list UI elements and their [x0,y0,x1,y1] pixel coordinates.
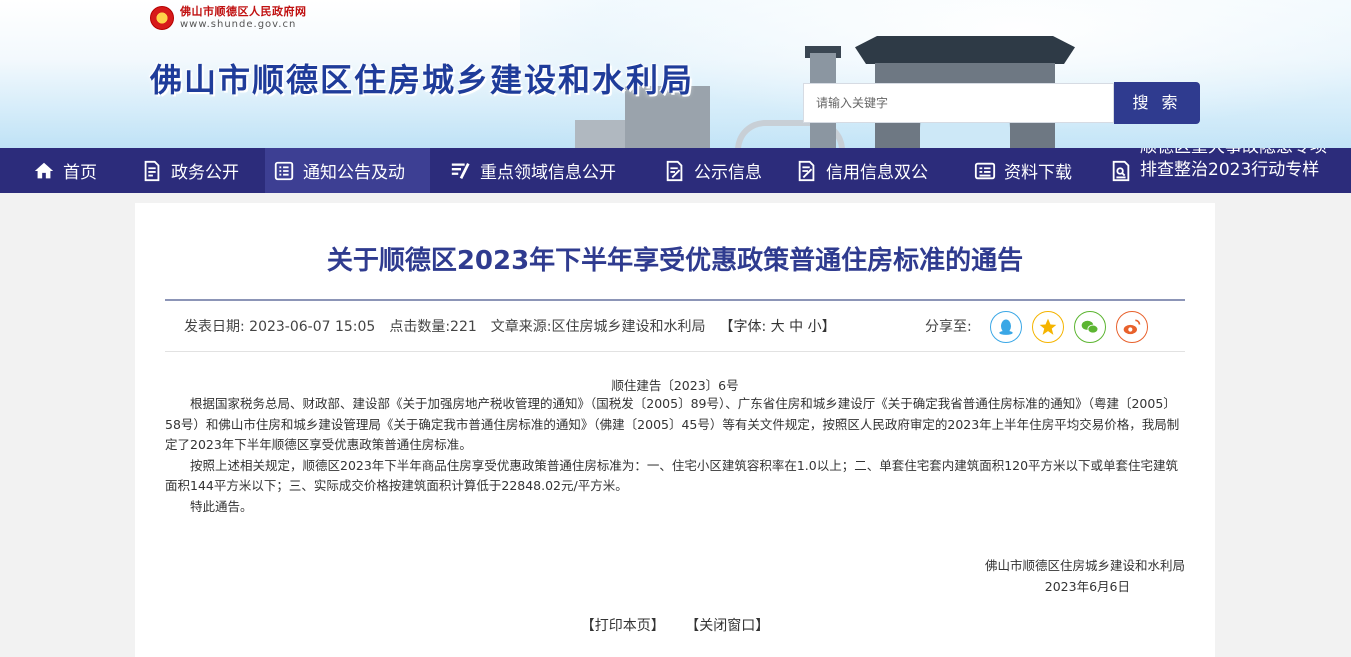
nav-item-public-notices[interactable]: 公示信息 [664,148,762,193]
nav-item-label: 顺德区重大事故隐患专项排查整治2023行动专样 [1140,148,1327,180]
nav-item-credit-info[interactable]: 信用信息双公 [796,148,928,193]
share-qzone-button[interactable] [1032,311,1064,343]
edit-doc-icon [666,160,683,181]
weibo-icon [1123,319,1141,335]
publish-date: 发表日期: 2023-06-07 15:05 [184,319,376,335]
list-icon [274,161,294,180]
download-icon [974,162,996,179]
lines-pen-icon [451,162,470,179]
nav-item-label: 通知公告及动 [303,163,405,183]
article-paragraph: 特此通告。 [190,498,253,514]
nav-item-downloads[interactable]: 资料下载 [974,148,1072,193]
gov-url: www.shunde.gov.cn [180,18,297,30]
qq-icon [999,319,1013,335]
share-label: 分享至: [925,319,972,335]
gov-logo[interactable]: 佛山市顺德区人民政府网 www.shunde.gov.cn [150,6,307,30]
click-count: 点击数量:221 [389,319,477,335]
nav-item-label: 政务公开 [171,163,239,183]
article-paragraph: 按照上述相关规定，顺德区2023年下半年商品住房享受优惠政策普通住房标准为：一、… [165,457,1179,494]
title-divider [165,299,1185,301]
national-emblem-icon [150,6,174,30]
home-icon [34,162,54,178]
sign-date: 2023年6月6日 [1044,579,1130,594]
share-wechat-button[interactable] [1074,311,1106,343]
pen-doc-icon [798,160,815,181]
article-actions: 【打印本页】 【关闭窗口】 [135,615,1215,635]
signer: 佛山市顺德区住房城乡建设和水利局 [984,558,1185,573]
nav-item-label: 首页 [63,163,97,183]
print-page-link[interactable]: 【打印本页】 [581,618,665,634]
close-window-link[interactable]: 【关闭窗口】 [685,618,769,634]
site-title: 佛山市顺德区住房城乡建设和水利局 [150,61,695,99]
article-meta: 发表日期: 2023-06-07 15:05 点击数量:221 文章来源:区住房… [184,316,836,336]
nav-item-home[interactable]: 首页 [33,148,97,193]
share-qq-button[interactable] [990,311,1022,343]
nav-item-gov-affairs[interactable]: 政务公开 [141,148,239,193]
document-icon [144,160,160,181]
qzone-star-icon [1039,318,1057,335]
wechat-icon [1081,320,1099,334]
share-weibo-button[interactable] [1116,311,1148,343]
article-body: 根据国家税务总局、财政部、建设部《关于加强房地产税收管理的通知》（国税发〔200… [165,394,1185,517]
search-doc-icon [1112,160,1130,182]
document-number: 顺住建告〔2023〕6号 [611,378,739,393]
nav-item-key-areas[interactable]: 重点领域信息公开 [450,148,616,193]
article-signature: 佛山市顺德区住房城乡建设和水利局 2023年6月6日 [985,555,1185,597]
article-title: 关于顺德区2023年下半年享受优惠政策普通住房标准的通告 [326,246,1024,276]
nav-item-label: 资料下载 [1004,163,1072,183]
article-card: 关于顺德区2023年下半年享受优惠政策普通住房标准的通告 发表日期: 2023-… [135,203,1215,657]
meta-divider [165,351,1185,352]
article-source: 文章来源:区住房城乡建设和水利局 [490,319,706,335]
nav-item-special-campaign[interactable]: 顺德区重大事故隐患专项排查整治2023行动专样 [1110,148,1351,193]
search-button[interactable]: 搜 索 [1114,82,1200,124]
nav-item-label: 重点领域信息公开 [480,163,616,183]
illustration-arch-roof [855,36,1075,64]
header-banner: 佛山市顺德区人民政府网 www.shunde.gov.cn 佛山市顺德区住房城乡… [0,0,1351,148]
gov-name: 佛山市顺德区人民政府网 [180,5,307,19]
font-size-control[interactable]: 【字体: 大 中 小】 [720,316,836,336]
article-paragraph: 根据国家税务总局、财政部、建设部《关于加强房地产税收管理的通知》（国税发〔200… [165,396,1180,452]
nav-item-label: 公示信息 [694,163,762,183]
nav-item-label: 信用信息双公 [826,163,928,183]
nav-item-notices[interactable]: 通知公告及动 [265,148,430,193]
search-input[interactable]: 请输入关键字 [803,83,1114,123]
